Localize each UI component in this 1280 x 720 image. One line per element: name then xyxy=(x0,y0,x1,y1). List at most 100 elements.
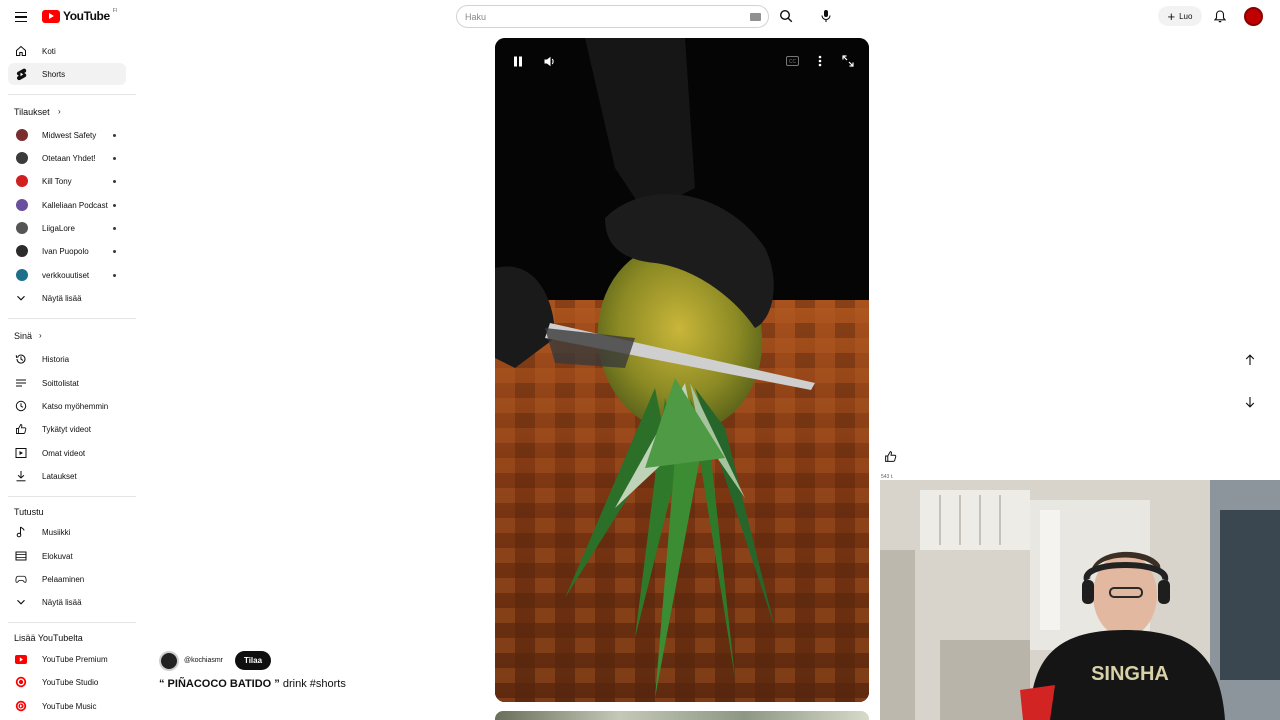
sidebar-item-label: Lataukset xyxy=(42,471,77,481)
subscribe-button[interactable]: Tilaa xyxy=(235,651,271,670)
short-title[interactable]: “ PIÑACOCO BATIDO ” drink #shorts xyxy=(159,678,346,690)
sidebar-item-downloads[interactable]: Lataukset xyxy=(8,465,126,487)
keyboard-icon[interactable] xyxy=(750,13,761,21)
channel-avatar xyxy=(16,199,28,211)
divider xyxy=(8,496,136,497)
channel-handle[interactable]: @kochiasmr xyxy=(184,657,223,664)
sidebar-item-label: Katso myöhemmin xyxy=(42,401,109,411)
youtube-logo[interactable]: YouTube FI xyxy=(42,8,117,23)
new-content-dot xyxy=(113,157,116,160)
sidebar-item-label: verkkouutiset xyxy=(42,270,90,280)
mic-icon xyxy=(821,10,831,22)
new-content-dot xyxy=(113,134,116,137)
sidebar-item-playlists[interactable]: Soittolistat xyxy=(8,372,126,394)
sidebar-item-label: YouTube Music xyxy=(42,701,97,711)
chevron-right-icon: › xyxy=(39,331,42,340)
previous-short-button[interactable] xyxy=(1239,349,1261,371)
sidebar-item-label: Pelaaminen xyxy=(42,574,85,584)
sidebar-item-movies[interactable]: Elokuvat xyxy=(8,545,126,567)
show-more-subscriptions[interactable]: Näytä lisää xyxy=(8,287,126,309)
sidebar-item-youtube-premium[interactable]: YouTube Premium xyxy=(8,648,126,670)
next-short-preview[interactable] xyxy=(495,711,869,720)
search-button[interactable] xyxy=(776,6,796,26)
watch-later-icon xyxy=(15,400,27,412)
fullscreen-button[interactable] xyxy=(839,52,857,70)
sidebar-item-channel[interactable]: Midwest Safety xyxy=(8,124,126,146)
channel-avatar xyxy=(16,129,28,141)
sidebar-item-liked-videos[interactable]: Tykätyt videot xyxy=(8,418,126,440)
volume-button[interactable] xyxy=(541,52,559,70)
youtube-music-icon xyxy=(15,700,27,712)
sidebar-item-label: YouTube Studio xyxy=(42,677,99,687)
webcam-overlay: SINGHA xyxy=(880,480,1280,720)
sidebar-item-channel[interactable]: LiigaLore xyxy=(8,217,126,239)
arrow-up-icon xyxy=(1245,354,1255,365)
sidebar-item-your-videos[interactable]: Omat videot xyxy=(8,442,126,464)
top-bar: YouTube FI + Luo xyxy=(0,0,1280,34)
divider xyxy=(8,318,136,319)
new-content-dot xyxy=(113,204,116,207)
bell-icon xyxy=(1214,9,1226,22)
channel-avatar[interactable] xyxy=(159,651,179,671)
sidebar-item-label: Soittolistat xyxy=(42,378,79,388)
music-icon xyxy=(15,526,27,538)
new-content-dot xyxy=(113,250,116,253)
menu-icon[interactable] xyxy=(12,8,30,26)
history-icon xyxy=(15,353,27,365)
pause-button[interactable] xyxy=(509,52,527,70)
sidebar-item-watch-later[interactable]: Katso myöhemmin xyxy=(8,395,126,417)
sidebar-item-youtube-studio[interactable]: YouTube Studio xyxy=(8,671,126,693)
sidebar-item-channel[interactable]: Kill Tony xyxy=(8,170,126,192)
sidebar-item-label: Omat videot xyxy=(42,448,86,458)
channel-avatar xyxy=(16,175,28,187)
shorts-icon xyxy=(15,68,27,80)
sidebar-item-label: Koti xyxy=(42,46,56,56)
sidebar-item-youtube-music[interactable]: YouTube Music xyxy=(8,695,126,717)
sidebar-item-music[interactable]: Musiikki xyxy=(8,521,126,543)
sidebar-item-label: LiigaLore xyxy=(42,223,75,233)
sidebar-item-label: Otetaan Yhdet! xyxy=(42,153,96,163)
logo-text: YouTube xyxy=(63,9,110,23)
chevron-down-icon xyxy=(15,596,27,608)
chevron-right-icon: › xyxy=(58,107,61,116)
sidebar-item-channel[interactable]: verkkouutiset xyxy=(8,264,126,286)
captions-button[interactable]: CC xyxy=(783,52,801,70)
notifications-button[interactable] xyxy=(1211,7,1229,25)
sidebar-item-gaming[interactable]: Pelaaminen xyxy=(8,568,126,590)
volume-icon xyxy=(544,56,554,66)
sidebar-item-label: Shorts xyxy=(42,69,66,79)
create-label: Luo xyxy=(1179,11,1193,21)
sidebar-item-label: Historia xyxy=(42,354,70,364)
home-icon xyxy=(15,45,27,57)
sidebar-item-channel[interactable]: Ivan Puopolo xyxy=(8,240,126,262)
movies-icon xyxy=(15,550,27,562)
shorts-video-player[interactable]: CC xyxy=(495,38,869,702)
channel-avatar xyxy=(16,269,28,281)
subscriptions-title[interactable]: Tilaukset xyxy=(14,107,50,117)
divider xyxy=(8,94,136,95)
svg-text:SINGHA: SINGHA xyxy=(1091,663,1169,685)
youtube-play-icon xyxy=(42,9,60,23)
gaming-icon xyxy=(15,573,27,585)
search-input[interactable] xyxy=(465,11,745,22)
sidebar-item-label: Tykätyt videot xyxy=(42,424,91,434)
next-short-button[interactable] xyxy=(1239,391,1261,413)
create-button[interactable]: + Luo xyxy=(1158,6,1202,26)
divider xyxy=(8,622,136,623)
sidebar-item-shorts[interactable]: Shorts xyxy=(8,63,126,85)
voice-search-button[interactable] xyxy=(816,6,836,26)
sidebar-item-channel[interactable]: Otetaan Yhdet! xyxy=(8,147,126,169)
sidebar-item-label: Kalleliaan Podcast xyxy=(42,200,108,210)
account-avatar[interactable] xyxy=(1244,7,1263,26)
like-button[interactable] xyxy=(880,446,900,466)
youtube-premium-icon xyxy=(15,653,27,665)
sidebar-item-home[interactable]: Koti xyxy=(8,40,126,62)
sidebar-item-history[interactable]: Historia xyxy=(8,348,126,370)
show-more-explore[interactable]: Näytä lisää xyxy=(8,591,126,613)
chevron-down-icon xyxy=(15,292,27,304)
sidebar: Koti Shorts Tilaukset › Midwest Safety O… xyxy=(0,38,136,720)
more-options-button[interactable] xyxy=(811,52,829,70)
explore-title: Tutustu xyxy=(14,507,44,517)
sidebar-item-channel[interactable]: Kalleliaan Podcast xyxy=(8,194,126,216)
you-title[interactable]: Sinä xyxy=(14,331,32,341)
